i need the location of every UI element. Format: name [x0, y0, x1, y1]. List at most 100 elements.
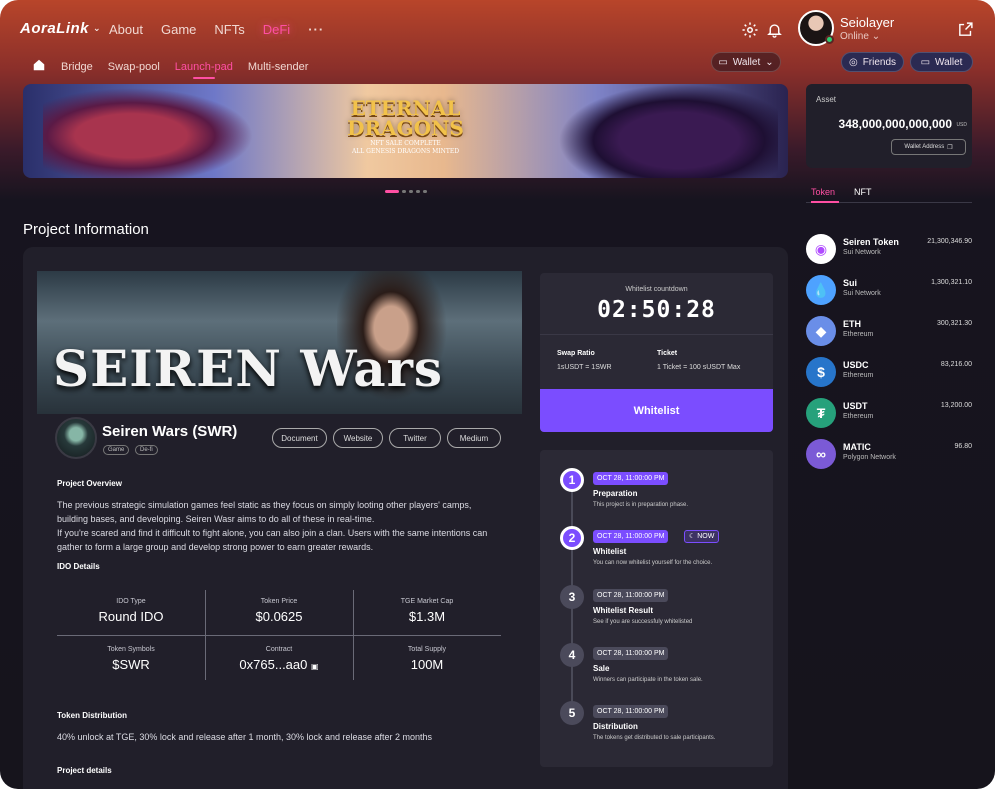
- token-network: Sui Network: [843, 290, 881, 297]
- bell-icon[interactable]: [764, 20, 784, 40]
- banner-subtitle-line1: NFT SALE COMPLETE: [370, 140, 441, 147]
- token-row[interactable]: 💧 Sui Sui Network 1,300,321.10: [806, 275, 972, 307]
- ido-value: $1.3M: [408, 609, 446, 624]
- subnav-item-swap-pool[interactable]: Swap-pool: [108, 61, 160, 73]
- ido-label: IDO Type: [116, 598, 146, 605]
- carousel-dot[interactable]: [402, 190, 406, 193]
- step-date: OCT 28, 11:00:00 PM: [593, 530, 669, 543]
- nav-item-nfts[interactable]: NFTs: [214, 22, 244, 37]
- ido-value: 0x765...aa0 ▣: [205, 657, 353, 672]
- grid-divider: [57, 635, 501, 636]
- promo-banner[interactable]: ETERNAL DRAGONS NFT SALE COMPLETE ALL GE…: [23, 84, 788, 178]
- more-menu-icon[interactable]: ···: [308, 22, 324, 37]
- token-name: USDT: [843, 401, 868, 411]
- step-date: OCT 28, 11:00:00 PM: [593, 589, 669, 602]
- friends-label: Friends: [862, 56, 897, 68]
- website-link-button[interactable]: Website: [333, 428, 383, 448]
- chevron-down-icon[interactable]: ⌄: [93, 23, 101, 34]
- overview-heading: Project Overview: [57, 479, 122, 488]
- tab-token[interactable]: Token: [811, 187, 835, 197]
- step-desc: See if you are successfuly whitelisted: [593, 619, 693, 625]
- banner-title-line1: ETERNAL: [350, 96, 461, 120]
- overview-line: The previous strategic simulation games …: [57, 500, 472, 510]
- ido-label: Token Price: [260, 598, 298, 605]
- friends-button[interactable]: ◎ Friends: [841, 52, 904, 72]
- app-window: AoraLink ⌄ About Game NFTs DeFi ··· Seio…: [0, 0, 995, 789]
- swap-ratio-label: Swap Ratio: [557, 350, 595, 357]
- logo[interactable]: AoraLink ⌄: [20, 20, 101, 37]
- ido-type-cell: IDO Type Round IDO: [57, 598, 205, 624]
- token-row[interactable]: ◉ Seiren Token Sui Network 21,300,346.90: [806, 234, 972, 266]
- wallet-dropdown[interactable]: ▭ Wallet ⌄: [711, 52, 781, 72]
- external-link-icon[interactable]: [955, 19, 975, 39]
- subnav-item-launch-pad[interactable]: Launch-pad: [175, 61, 233, 79]
- ido-value: Round IDO: [98, 609, 164, 624]
- wallet-icon: ▭: [718, 56, 728, 68]
- ido-value: $0.0625: [255, 609, 303, 624]
- overview-line: If you're scared and find it difficult t…: [57, 528, 488, 538]
- online-status-dot: [825, 35, 834, 44]
- distribution-text: 40% unlock at TGE, 30% lock and release …: [57, 732, 433, 742]
- user-avatar[interactable]: [798, 10, 834, 46]
- seiren-icon: ◉: [806, 234, 836, 264]
- medium-link-button[interactable]: Medium: [447, 428, 501, 448]
- carousel-dot-active[interactable]: [385, 190, 399, 193]
- chevron-down-icon: ⌄: [871, 31, 881, 42]
- banner-title-line2: DRAGONS: [347, 116, 464, 140]
- token-amount: 1,300,321.10: [931, 279, 972, 286]
- logo-text: AoraLink: [20, 20, 90, 37]
- asset-label: Asset: [816, 95, 837, 104]
- user-status-label: Online: [840, 31, 869, 42]
- gear-icon[interactable]: [740, 20, 760, 40]
- token-network: Polygon Network: [843, 454, 896, 461]
- subnav-item-bridge[interactable]: Bridge: [61, 61, 93, 73]
- whitelist-button[interactable]: Whitelist: [540, 389, 773, 432]
- token-row[interactable]: $ USDC Ethereum 83,216.00: [806, 357, 972, 389]
- ido-label: Contract: [265, 646, 293, 653]
- carousel-dot[interactable]: [409, 190, 413, 193]
- twitter-link-button[interactable]: Twitter: [389, 428, 441, 448]
- top-bar: AoraLink ⌄ About Game NFTs DeFi ··· Seio…: [0, 0, 995, 60]
- user-status[interactable]: Online ⌄: [840, 31, 880, 42]
- nav-item-about[interactable]: About: [109, 22, 143, 37]
- token-price-cell: Token Price $0.0625: [205, 598, 353, 624]
- token-row[interactable]: ∞ MATIC Polygon Network 96.80: [806, 439, 972, 471]
- document-link-button[interactable]: Document: [272, 428, 327, 448]
- ido-heading: IDO Details: [57, 562, 100, 571]
- total-supply-cell: Total Supply 100M: [353, 646, 501, 672]
- countdown-timer: 02:50:28: [597, 297, 716, 323]
- user-name[interactable]: Seiolayer: [840, 15, 894, 30]
- subnav-item-multi-sender[interactable]: Multi-sender: [248, 61, 309, 73]
- tab-indicator: [811, 201, 839, 203]
- distribution-heading: Token Distribution: [57, 711, 128, 720]
- step-date: OCT 28, 11:00:00 PM: [593, 647, 669, 660]
- section-title: Project Information: [23, 221, 149, 238]
- project-avatar: [55, 417, 97, 459]
- copy-icon[interactable]: ▣: [311, 662, 319, 671]
- project-hero-image: SEIREN Wars: [37, 271, 522, 414]
- step-desc: Winners can participate in the token sal…: [593, 677, 703, 683]
- wallet-icon: ▭: [920, 56, 931, 68]
- timeline-card: 1 OCT 28, 11:00:00 PM Preparation This p…: [540, 450, 773, 767]
- token-amount: 13,200.00: [940, 402, 972, 409]
- asset-unit: USD: [956, 122, 967, 128]
- nav-item-game[interactable]: Game: [161, 22, 196, 37]
- nav-item-defi[interactable]: DeFi: [263, 22, 290, 37]
- wallet-button[interactable]: ▭ Wallet: [910, 52, 973, 72]
- tab-nft[interactable]: NFT: [854, 187, 872, 197]
- token-row[interactable]: ◆ ETH Ethereum 300,321.30: [806, 316, 972, 348]
- token-name: MATIC: [843, 442, 871, 452]
- ido-label: TGE Market Cap: [400, 598, 454, 605]
- main-nav: About Game NFTs DeFi ···: [109, 22, 324, 37]
- carousel-dot[interactable]: [416, 190, 420, 193]
- step-date: OCT 28, 11:00:00 PM: [593, 472, 669, 485]
- wallet-address-button[interactable]: Wallet Address ❐: [891, 139, 966, 155]
- home-icon[interactable]: [32, 58, 46, 75]
- ido-value: 100M: [410, 657, 444, 672]
- token-amount: 83,216.00: [940, 361, 972, 368]
- token-row[interactable]: ₮ USDT Ethereum 13,200.00: [806, 398, 972, 430]
- carousel-dot[interactable]: [423, 190, 427, 193]
- token-name: ETH: [843, 319, 861, 329]
- step-title: Whitelist Result: [593, 606, 654, 615]
- overview-line: building bases, and developing. Seiren W…: [57, 514, 375, 524]
